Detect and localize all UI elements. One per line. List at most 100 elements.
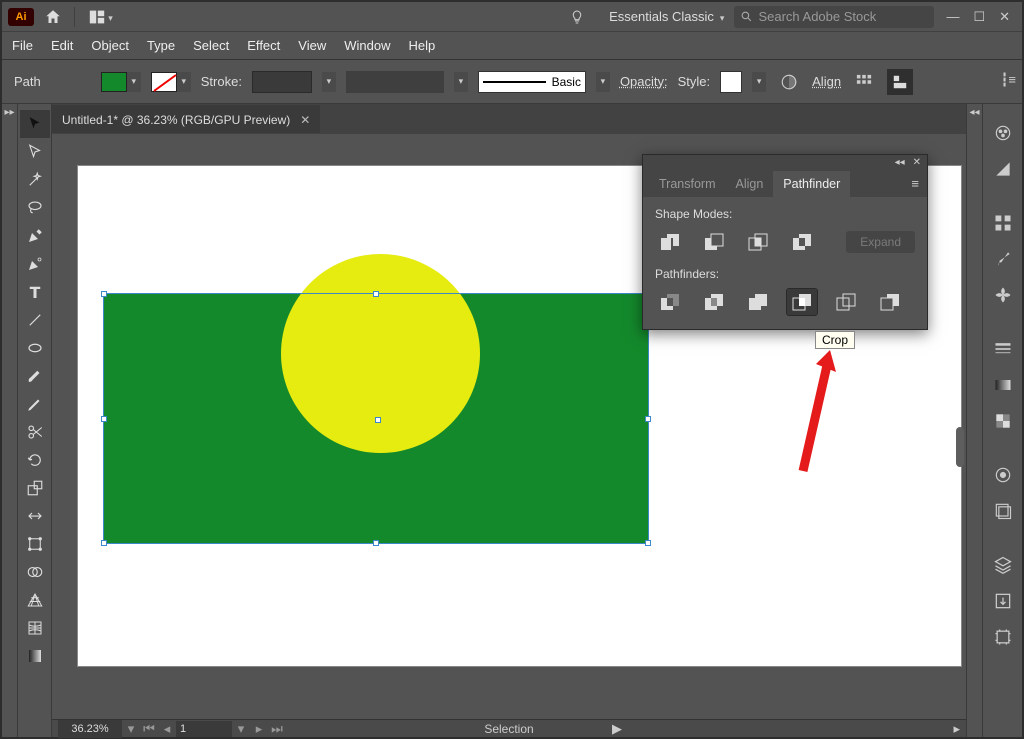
pen-tool[interactable] bbox=[20, 222, 50, 250]
appearance-panel-icon[interactable] bbox=[988, 460, 1018, 490]
tab-align[interactable]: Align bbox=[726, 171, 774, 197]
asset-export-panel-icon[interactable] bbox=[988, 586, 1018, 616]
stroke-weight-input[interactable] bbox=[252, 71, 312, 93]
vertical-scrollbar[interactable] bbox=[956, 427, 964, 467]
prev-artboard-icon[interactable]: ◂ bbox=[158, 721, 176, 737]
workspace-switcher[interactable]: Essentials Classic bbox=[599, 9, 734, 24]
symbols-panel-icon[interactable] bbox=[988, 280, 1018, 310]
artboard-number-input[interactable]: 1 bbox=[176, 721, 232, 737]
menu-view[interactable]: View bbox=[298, 38, 326, 53]
menu-window[interactable]: Window bbox=[344, 38, 390, 53]
ellipse-tool[interactable] bbox=[20, 334, 50, 362]
pathfinder-panel[interactable]: ◂◂ ✕ Transform Align Pathfinder ≡ Shape … bbox=[642, 154, 928, 330]
stock-search-input[interactable]: Search Adobe Stock bbox=[734, 6, 934, 28]
mesh-tool[interactable] bbox=[20, 614, 50, 642]
gradient-tool[interactable] bbox=[20, 642, 50, 670]
pathfinder-trim[interactable] bbox=[699, 289, 729, 315]
tab-pathfinder[interactable]: Pathfinder bbox=[773, 171, 850, 197]
minimize-button[interactable]: ― bbox=[946, 9, 959, 24]
layers-panel-icon[interactable] bbox=[988, 550, 1018, 580]
close-tab-icon[interactable]: ✕ bbox=[300, 113, 310, 127]
opacity-label[interactable]: Opacity: bbox=[620, 74, 668, 89]
direct-selection-tool[interactable] bbox=[20, 138, 50, 166]
expand-left-dock[interactable]: ▸▸ bbox=[2, 104, 18, 737]
stroke-swatch[interactable] bbox=[151, 72, 177, 92]
perspective-grid-tool[interactable] bbox=[20, 586, 50, 614]
stroke-dropdown[interactable]: ▾ bbox=[177, 72, 191, 92]
maximize-button[interactable]: ☐ bbox=[973, 9, 985, 25]
panel-close-icon[interactable]: ✕ bbox=[913, 157, 921, 168]
menu-file[interactable]: File bbox=[12, 38, 33, 53]
fill-swatch[interactable] bbox=[101, 72, 127, 92]
shape-mode-intersect[interactable] bbox=[743, 229, 773, 255]
home-icon[interactable] bbox=[38, 8, 68, 26]
stroke-panel-icon[interactable] bbox=[988, 334, 1018, 364]
pencil-tool[interactable] bbox=[20, 390, 50, 418]
collapse-controlbar-icon[interactable]: ┇≡ bbox=[1001, 72, 1016, 88]
stroke-weight-dropdown[interactable]: ▾ bbox=[322, 72, 336, 92]
align-label[interactable]: Align bbox=[812, 74, 841, 89]
vwp-dropdown[interactable]: ▾ bbox=[454, 72, 468, 92]
fill-dropdown[interactable]: ▾ bbox=[127, 72, 141, 92]
pathfinder-minus-back[interactable] bbox=[875, 289, 905, 315]
hint-lightbulb-icon[interactable] bbox=[569, 9, 599, 25]
menu-effect[interactable]: Effect bbox=[247, 38, 280, 53]
document-tab[interactable]: Untitled-1* @ 36.23% (RGB/GPU Preview) ✕ bbox=[52, 105, 320, 133]
curvature-tool[interactable] bbox=[20, 250, 50, 278]
scissors-tool[interactable] bbox=[20, 418, 50, 446]
pathfinder-crop[interactable] bbox=[787, 289, 817, 315]
selection-tool[interactable] bbox=[20, 110, 50, 138]
zoom-dropdown[interactable]: ▾ bbox=[122, 721, 140, 737]
menu-edit[interactable]: Edit bbox=[51, 38, 73, 53]
tab-transform[interactable]: Transform bbox=[649, 171, 726, 197]
artboards-panel-icon[interactable] bbox=[988, 622, 1018, 652]
scroll-right-icon[interactable]: ▸ bbox=[953, 721, 960, 737]
graphic-style-swatch[interactable] bbox=[720, 71, 742, 93]
last-artboard-icon[interactable]: ⏭ bbox=[268, 721, 286, 737]
style-dropdown[interactable]: ▾ bbox=[752, 72, 766, 92]
panel-collapse-icon[interactable]: ◂◂ bbox=[895, 157, 905, 168]
expand-right-dock[interactable]: ◂◂ bbox=[966, 104, 982, 737]
rotate-tool[interactable] bbox=[20, 446, 50, 474]
paintbrush-tool[interactable] bbox=[20, 362, 50, 390]
menu-select[interactable]: Select bbox=[193, 38, 229, 53]
pathfinder-merge[interactable] bbox=[743, 289, 773, 315]
close-button[interactable]: ✕ bbox=[999, 9, 1010, 25]
variable-width-profile[interactable] bbox=[346, 71, 444, 93]
swatches-panel-icon[interactable] bbox=[988, 208, 1018, 238]
pathfinder-divide[interactable] bbox=[655, 289, 685, 315]
color-guide-panel-icon[interactable] bbox=[988, 154, 1018, 184]
artboard-dropdown[interactable]: ▾ bbox=[232, 721, 250, 737]
shape-builder-tool[interactable] bbox=[20, 558, 50, 586]
shape-mode-unite[interactable] bbox=[655, 229, 685, 255]
recolor-artwork-icon[interactable] bbox=[776, 69, 802, 95]
status-play-icon[interactable]: ▶ bbox=[612, 721, 622, 737]
next-artboard-icon[interactable]: ▸ bbox=[250, 721, 268, 737]
shape-mode-minus-front[interactable] bbox=[699, 229, 729, 255]
color-panel-icon[interactable] bbox=[988, 118, 1018, 148]
first-artboard-icon[interactable]: ⏮ bbox=[140, 721, 158, 737]
magic-wand-tool[interactable] bbox=[20, 166, 50, 194]
lasso-tool[interactable] bbox=[20, 194, 50, 222]
width-tool[interactable] bbox=[20, 502, 50, 530]
shape-mode-exclude[interactable] bbox=[787, 229, 817, 255]
brushes-panel-icon[interactable] bbox=[988, 244, 1018, 274]
arrange-documents-icon[interactable] bbox=[81, 9, 121, 25]
transparency-panel-icon[interactable] bbox=[988, 406, 1018, 436]
pathfinder-outline[interactable] bbox=[831, 289, 861, 315]
brush-dropdown[interactable]: ▾ bbox=[596, 72, 610, 92]
menu-type[interactable]: Type bbox=[147, 38, 175, 53]
menu-help[interactable]: Help bbox=[408, 38, 435, 53]
free-transform-tool[interactable] bbox=[20, 530, 50, 558]
type-tool[interactable] bbox=[20, 278, 50, 306]
scale-tool[interactable] bbox=[20, 474, 50, 502]
align-panel-icon[interactable] bbox=[851, 69, 877, 95]
panel-menu-icon[interactable]: ≡ bbox=[903, 170, 927, 197]
menu-object[interactable]: Object bbox=[91, 38, 129, 53]
gradient-panel-icon[interactable] bbox=[988, 370, 1018, 400]
shape-panel-icon[interactable] bbox=[887, 69, 913, 95]
zoom-level[interactable]: 36.23% bbox=[58, 720, 122, 738]
line-segment-tool[interactable] bbox=[20, 306, 50, 334]
graphic-styles-panel-icon[interactable] bbox=[988, 496, 1018, 526]
brush-definition[interactable]: Basic bbox=[478, 71, 586, 93]
